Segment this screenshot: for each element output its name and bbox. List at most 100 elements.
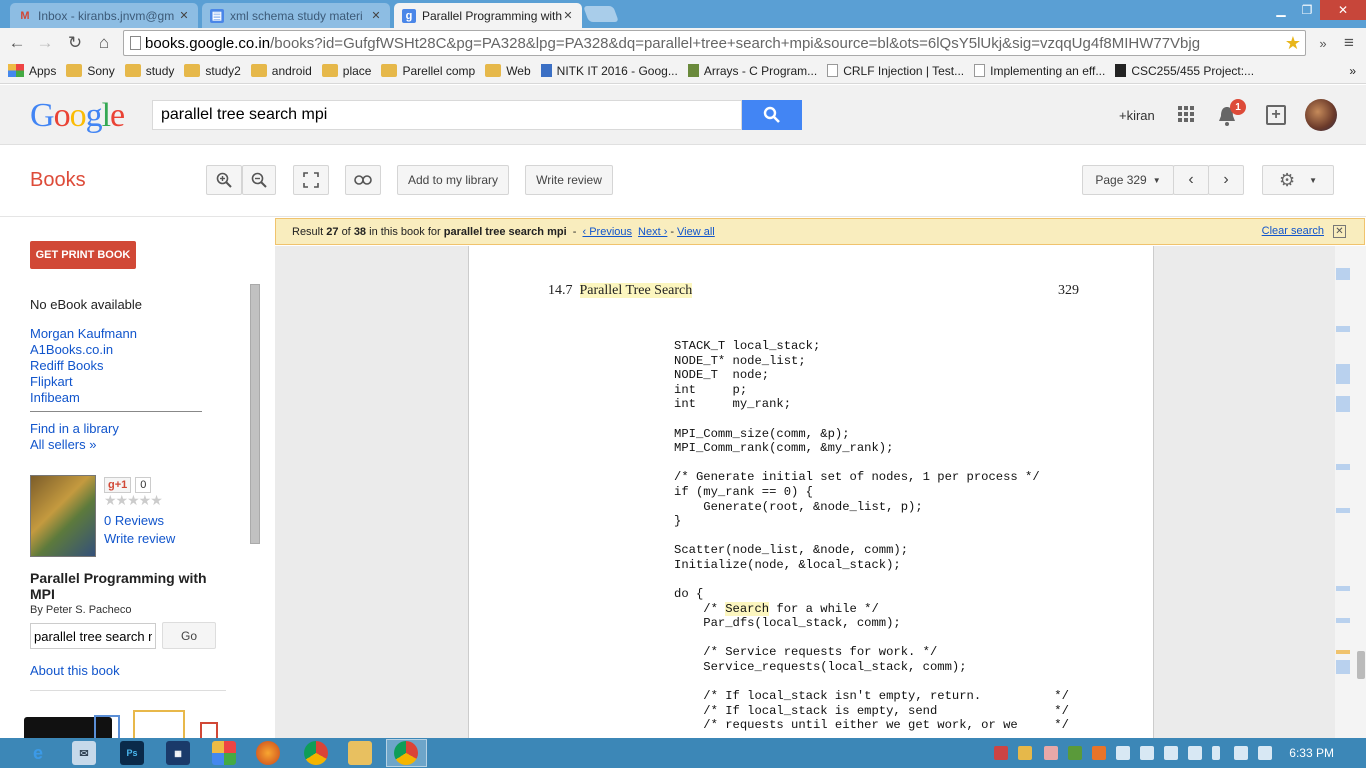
bookmark-folder[interactable]: Web (485, 64, 531, 78)
tray-app-icon[interactable] (1018, 746, 1032, 760)
bookmark-page[interactable]: CRLF Injection | Test... (827, 64, 964, 78)
view-all-link[interactable]: View all (677, 226, 715, 238)
dreamweaver-icon[interactable]: ▦ (166, 741, 190, 765)
go-button[interactable]: Go (162, 622, 216, 649)
write-review-link[interactable]: Write review (104, 531, 175, 546)
bookmark-folder[interactable]: android (250, 64, 312, 78)
user-link[interactable]: +kiran (1119, 108, 1155, 123)
scrollbar-thumb[interactable] (1357, 651, 1365, 679)
gplus-widget[interactable]: g+1 0 (104, 477, 152, 493)
bookmark-page[interactable]: Arrays - C Program... (687, 64, 817, 78)
all-sellers-link[interactable]: All sellers » (30, 437, 96, 452)
previous-page-button[interactable]: ‹ (1173, 165, 1209, 195)
bookmark-folder[interactable]: place (321, 64, 371, 78)
tray-app-icon[interactable] (1044, 746, 1058, 760)
clear-search-link[interactable]: Clear search (1262, 225, 1324, 237)
tab-gmail[interactable]: M Inbox - kiranbs.jnvm@gm ✕ (10, 3, 198, 28)
bookmark-apps[interactable]: Apps (8, 64, 56, 78)
apps-grid-icon[interactable] (1177, 105, 1195, 123)
book-cover-image[interactable] (30, 475, 96, 557)
bookmark-folder[interactable]: study2 (184, 64, 241, 78)
tray-app-icon[interactable] (1068, 746, 1082, 760)
search-input[interactable] (152, 100, 742, 130)
chrome-icon[interactable] (304, 741, 328, 765)
reviews-link[interactable]: 0 Reviews (104, 513, 164, 528)
maximize-icon[interactable]: ❐ (1294, 0, 1320, 20)
search-button[interactable] (742, 100, 802, 130)
bookmarks-overflow-button[interactable]: » (1349, 64, 1356, 78)
gplus-button[interactable]: g+1 (104, 477, 132, 493)
reload-icon[interactable]: ↻ (64, 32, 86, 54)
close-tab-icon[interactable]: ✕ (562, 9, 574, 22)
write-review-button[interactable]: Write review (525, 165, 613, 195)
menu-icon[interactable]: ≡ (1338, 32, 1360, 54)
close-icon[interactable]: ✕ (1333, 225, 1346, 238)
chrome-icon[interactable] (394, 741, 418, 765)
minimize-icon[interactable]: ▁ (1268, 0, 1294, 20)
thumbnail-page[interactable] (133, 710, 185, 738)
flag-icon[interactable] (1140, 746, 1154, 760)
about-book-link[interactable]: About this book (30, 663, 120, 678)
extensions-overflow-icon[interactable]: » (1312, 32, 1334, 54)
seller-link[interactable]: Morgan Kaufmann (30, 326, 137, 341)
books-title[interactable]: Books (30, 169, 86, 192)
share-plus-icon[interactable]: + (1266, 105, 1286, 125)
keyboard-icon[interactable] (1116, 746, 1130, 760)
next-page-button[interactable]: › (1208, 165, 1244, 195)
office-icon[interactable] (212, 741, 236, 765)
bookmark-star-icon[interactable]: ★ (1285, 33, 1301, 54)
search-in-book-input[interactable] (30, 623, 156, 649)
page-scrollbar[interactable] (1335, 246, 1366, 738)
seller-link[interactable]: Rediff Books (30, 358, 103, 373)
close-tab-icon[interactable]: ✕ (178, 9, 190, 22)
bookmark-folder[interactable]: Sony (66, 64, 115, 78)
add-to-library-button[interactable]: Add to my library (397, 165, 509, 195)
zoom-out-button[interactable] (242, 165, 276, 195)
close-tab-icon[interactable]: ✕ (370, 9, 382, 22)
tab-docs[interactable]: ▤ xml schema study materi ✕ (202, 3, 390, 28)
flag-icon[interactable] (1164, 746, 1178, 760)
sidebar-scrollbar[interactable] (250, 284, 260, 544)
outlook-icon[interactable]: ✉ (72, 741, 96, 765)
bookmark-folder[interactable]: Parellel comp (381, 64, 475, 78)
ie-icon[interactable]: e (26, 741, 50, 765)
bookmark-folder[interactable]: study (124, 64, 174, 78)
tab-google-books[interactable]: g Parallel Programming with ✕ (394, 3, 582, 28)
zoom-in-button[interactable] (206, 165, 242, 195)
fullscreen-button[interactable] (293, 165, 329, 195)
avatar[interactable] (1305, 99, 1337, 131)
photoshop-icon[interactable]: Ps (120, 741, 144, 765)
new-tab-button[interactable] (583, 6, 619, 22)
thumbnail-page[interactable] (94, 715, 120, 738)
bookmark-page[interactable]: Implementing an eff... (974, 64, 1105, 78)
bookmark-page[interactable]: CSC255/455 Project:... (1115, 64, 1254, 78)
next-result-link[interactable]: Next › (638, 226, 667, 238)
volume-icon[interactable] (1258, 746, 1272, 760)
previous-result-link[interactable]: ‹ Previous (583, 226, 633, 238)
battery-icon[interactable] (1212, 746, 1220, 760)
seller-link[interactable]: A1Books.co.in (30, 342, 113, 357)
book-viewer[interactable]: 14.7 Parallel Tree Search 329 STACK_T lo… (275, 246, 1335, 738)
tray-app-icon[interactable] (994, 746, 1008, 760)
firefox-icon[interactable] (256, 741, 280, 765)
home-icon[interactable]: ⌂ (93, 32, 115, 54)
forward-icon[interactable]: → (34, 32, 56, 54)
seller-link[interactable]: Infibeam (30, 390, 80, 405)
close-window-icon[interactable]: ✕ (1320, 0, 1366, 20)
bookmark-page[interactable]: NITK IT 2016 - Goog... (540, 64, 678, 78)
google-logo[interactable]: Google (30, 97, 125, 135)
xampp-icon[interactable] (1092, 746, 1106, 760)
address-bar[interactable]: books.google.co.in /books?id=GufgfWSHt28… (123, 30, 1306, 56)
page-select-dropdown[interactable]: Page 329 ▼ (1082, 165, 1174, 195)
back-icon[interactable]: ← (6, 32, 28, 54)
thumbnail-page[interactable] (200, 722, 218, 738)
network-device-icon[interactable] (1188, 746, 1202, 760)
settings-button[interactable]: ⚙ ▼ (1262, 165, 1334, 195)
get-print-book-button[interactable]: GET PRINT BOOK (30, 241, 136, 269)
find-in-library-link[interactable]: Find in a library (30, 421, 119, 436)
seller-link[interactable]: Flipkart (30, 374, 73, 389)
signal-icon[interactable] (1234, 746, 1248, 760)
clock[interactable]: 6:33 PM (1289, 746, 1334, 760)
file-explorer-icon[interactable] (348, 741, 372, 765)
link-button[interactable] (345, 165, 381, 195)
